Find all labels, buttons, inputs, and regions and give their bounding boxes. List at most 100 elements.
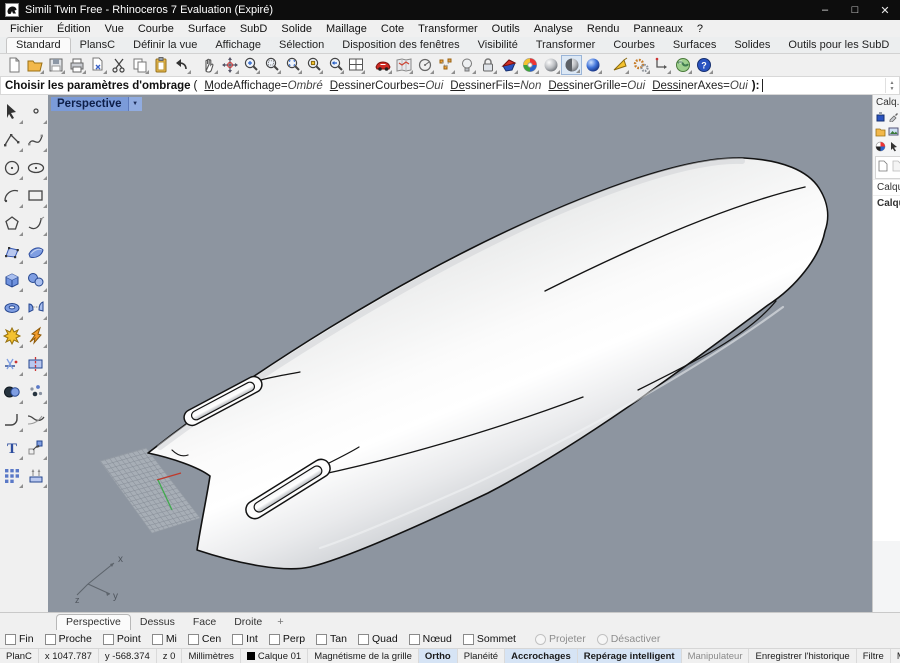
polygon-icon[interactable] [0,210,24,238]
undo-icon[interactable] [171,55,192,75]
render-sphere-half-icon[interactable] [561,55,582,75]
tab-disposition-des-fenetres[interactable]: Disposition des fenêtres [333,38,468,53]
viewport-tab-face[interactable]: Face [184,615,225,630]
interpolate-curve-icon[interactable] [24,126,48,154]
toggle-accrochages[interactable]: Accrochages [505,649,578,663]
solid-spheres-icon[interactable] [24,266,48,294]
osnap-projeter[interactable]: Projeter [535,633,586,645]
extrude-icon[interactable] [24,462,48,490]
zoom-dynamic-icon[interactable] [240,55,261,75]
fillet-surface-icon[interactable] [24,322,48,350]
export-file-icon[interactable] [87,55,108,75]
tab-solides[interactable]: Solides [725,38,779,53]
toggle-planeite[interactable]: Planéité [458,649,505,663]
menu-panneaux[interactable]: Panneaux [626,22,690,36]
toggle-enregistrer-historique[interactable]: Enregistrer l'historique [749,649,856,663]
tab-surfaces[interactable]: Surfaces [664,38,725,53]
tab-courbes[interactable]: Courbes [604,38,664,53]
osnap-noeud[interactable]: Nœud [409,633,452,645]
fillet-curves-icon[interactable] [0,406,24,434]
osnap-fin[interactable]: Fin [5,633,34,645]
color-wheel-icon[interactable] [519,55,540,75]
cplane-circle-icon[interactable] [414,55,435,75]
spotlight-icon[interactable] [609,55,630,75]
menu-solide[interactable]: Solide [274,22,319,36]
web-browser-globe-icon[interactable] [672,55,693,75]
viewport-tab-dessus[interactable]: Dessus [131,615,184,630]
help-icon[interactable]: ? [693,55,714,75]
sublayer-icon[interactable] [892,160,900,175]
zoom-window-icon[interactable] [261,55,282,75]
menu-aide[interactable]: ? [690,22,710,36]
toggle-grid-snap[interactable]: Magnétisme de la grille [308,649,419,663]
toggle-manipulateur[interactable]: Manipulateur [682,649,750,663]
boolean-union-icon[interactable] [0,378,24,406]
surface-blend-icon[interactable] [24,294,48,322]
tab-plansc[interactable]: PlansC [71,38,124,53]
circle-icon[interactable] [0,154,24,182]
command-option-modeaffichage[interactable]: ModeAffichage=Ombré [204,80,322,92]
point-cloud-icon[interactable] [24,378,48,406]
status-current-layer[interactable]: Calque 01 [241,649,308,663]
tab-visibilite[interactable]: Visibilité [469,38,527,53]
chevron-down-icon[interactable]: ▼ [128,97,142,111]
maximize-button[interactable]: □ [840,0,870,20]
viewport-layout-icon[interactable] [345,55,366,75]
osnap-point[interactable]: Point [103,633,141,645]
menu-edition[interactable]: Édition [50,22,98,36]
menu-surface[interactable]: Surface [181,22,233,36]
menu-analyse[interactable]: Analyse [527,22,580,36]
command-history-spinner[interactable]: ▲▼ [885,78,898,93]
cut-icon[interactable] [108,55,129,75]
single-point-icon[interactable] [24,98,48,126]
zoom-previous-icon[interactable] [324,55,345,75]
ellipse-icon[interactable] [24,154,48,182]
osnap-sommet[interactable]: Sommet [463,633,516,645]
tab-definir-la-vue[interactable]: Définir la vue [124,38,206,53]
toggle-memoire[interactable]: M [891,649,900,663]
osnap-mi[interactable]: Mi [152,633,177,645]
text-object-icon[interactable]: T [0,434,24,462]
command-option-dessinercourbes[interactable]: DessinerCourbes=Oui [330,80,443,92]
tab-transformer[interactable]: Transformer [527,38,605,53]
render-sphere-icon[interactable] [540,55,561,75]
save-file-icon[interactable] [45,55,66,75]
new-viewport-tab-icon[interactable]: + [277,616,283,630]
print-icon[interactable] [66,55,87,75]
paste-icon[interactable] [150,55,171,75]
menu-rendu[interactable]: Rendu [580,22,626,36]
tab-affichage[interactable]: Affichage [206,38,270,53]
menu-vue[interactable]: Vue [98,22,131,36]
shaded-mode-icon[interactable] [498,55,519,75]
display-mode-car-icon[interactable] [372,55,393,75]
toggle-reperage-intelligent[interactable]: Repérage intelligent [578,649,682,663]
polyline-icon[interactable] [0,126,24,154]
menu-cote[interactable]: Cote [374,22,411,36]
record-history-icon[interactable] [651,55,672,75]
image-icon[interactable] [887,126,900,137]
layers-panel-title[interactable]: Calq... [873,95,900,110]
menu-outils[interactable]: Outils [485,22,527,36]
rotate-view-icon[interactable] [219,55,240,75]
perspective-viewport[interactable]: Perspective ▼ x y z [48,95,872,612]
split-icon[interactable] [24,350,48,378]
arc-icon[interactable] [0,182,24,210]
command-option-dessinergrille[interactable]: DessinerGrille=Oui [548,80,645,92]
layer-list-header[interactable]: Calqu [873,179,900,195]
osnap-int[interactable]: Int [232,633,258,645]
new-layer-icon[interactable] [878,160,888,175]
curve-handles-icon[interactable] [24,210,48,238]
command-option-dessinerfils[interactable]: DessinerFils=Non [450,80,541,92]
eyedropper-icon[interactable] [887,111,900,122]
surfboard-model[interactable] [148,158,828,569]
cursor-icon[interactable] [887,141,900,152]
surface-patch-icon[interactable] [24,238,48,266]
color-wheel-icon[interactable] [874,141,887,152]
points-toggle-icon[interactable] [435,55,456,75]
menu-maillage[interactable]: Maillage [319,22,374,36]
rectangle-icon[interactable] [24,182,48,210]
minimize-button[interactable]: – [810,0,840,20]
command-option-dessineraxes[interactable]: DessinerAxes=Oui [652,80,748,92]
zoom-selected-icon[interactable] [282,55,303,75]
new-file-icon[interactable] [3,55,24,75]
